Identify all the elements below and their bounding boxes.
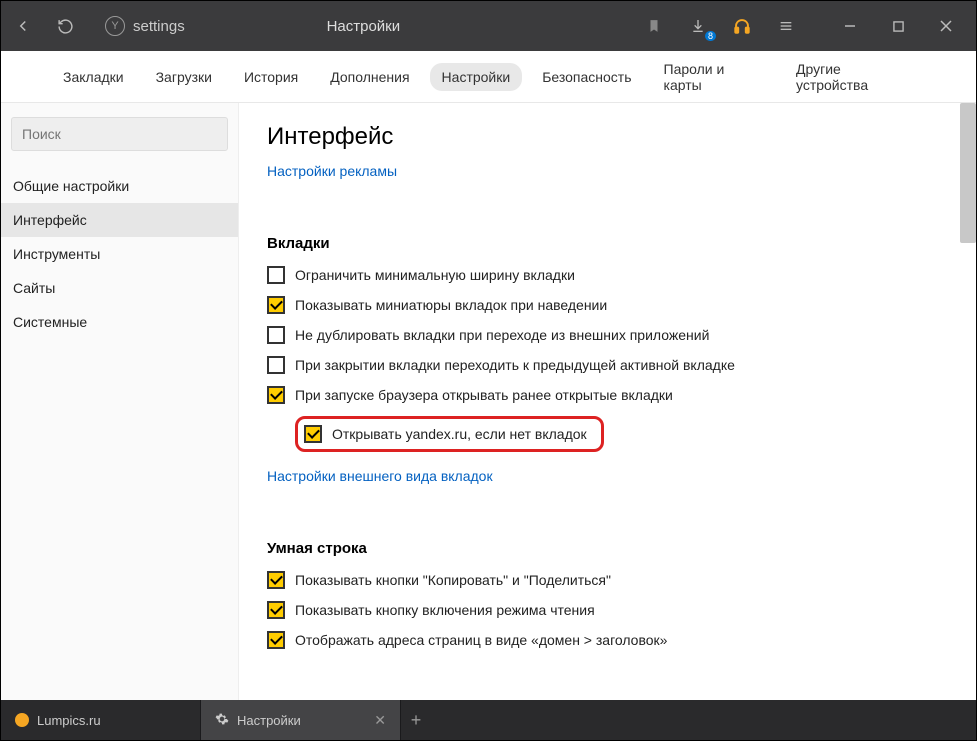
side-system[interactable]: Системные (1, 305, 238, 339)
nav-passwords[interactable]: Пароли и карты (652, 55, 776, 99)
opt-open-yandex[interactable]: Открывать yandex.ru, если нет вкладок (295, 416, 948, 452)
scrollbar[interactable] (960, 103, 976, 243)
nav-addons[interactable]: Дополнения (318, 63, 421, 91)
nav-downloads[interactable]: Загрузки (144, 63, 224, 91)
search-input[interactable] (11, 117, 228, 151)
sidebar: Общие настройки Интерфейс Инструменты Са… (1, 103, 239, 700)
checkbox[interactable] (304, 425, 322, 443)
tab-lumpics[interactable]: Lumpics.ru (1, 700, 201, 740)
titlebar: Y settings Настройки 8 (1, 1, 976, 51)
checkbox[interactable] (267, 571, 285, 589)
tab-appearance-link[interactable]: Настройки внешнего вида вкладок (267, 468, 493, 484)
section-smartline-title: Умная строка (267, 540, 948, 557)
tab-settings[interactable]: Настройки ✕ (201, 700, 401, 740)
maximize-button[interactable] (886, 14, 910, 38)
opt-domain-title[interactable]: Отображать адреса страниц в виде «домен … (267, 631, 948, 649)
nav-security[interactable]: Безопасность (530, 63, 643, 91)
tab-bar: Lumpics.ru Настройки ✕ + (1, 700, 976, 740)
nav-bookmarks[interactable]: Закладки (51, 63, 136, 91)
headphones-icon[interactable] (730, 14, 754, 38)
close-window-button[interactable] (934, 14, 958, 38)
nav-settings[interactable]: Настройки (430, 63, 523, 91)
checkbox[interactable] (267, 631, 285, 649)
gear-icon (215, 712, 229, 729)
downloads-badge: 8 (705, 31, 716, 41)
back-button[interactable] (11, 14, 35, 38)
opt-min-width[interactable]: Ограничить минимальную ширину вкладки (267, 266, 948, 284)
content-area: Интерфейс Настройки рекламы Вкладки Огра… (239, 103, 976, 700)
nav-devices[interactable]: Другие устройства (784, 55, 926, 99)
side-tools[interactable]: Инструменты (1, 237, 238, 271)
checkbox[interactable] (267, 386, 285, 404)
new-tab-button[interactable]: + (401, 710, 431, 731)
checkbox[interactable] (267, 266, 285, 284)
window-title: Настройки (85, 18, 642, 35)
reload-button[interactable] (53, 14, 77, 38)
highlight-annotation: Открывать yandex.ru, если нет вкладок (295, 416, 604, 452)
bookmark-icon[interactable] (642, 14, 666, 38)
section-tabs-title: Вкладки (267, 235, 948, 252)
checkbox[interactable] (267, 601, 285, 619)
close-tab-button[interactable]: ✕ (374, 712, 386, 729)
opt-no-duplicate[interactable]: Не дублировать вкладки при переходе из в… (267, 326, 948, 344)
side-interface[interactable]: Интерфейс (1, 203, 238, 237)
checkbox[interactable] (267, 326, 285, 344)
page-heading: Интерфейс (267, 123, 948, 151)
opt-reader-mode[interactable]: Показывать кнопку включения режима чтени… (267, 601, 948, 619)
checkbox[interactable] (267, 296, 285, 314)
opt-copy-share[interactable]: Показывать кнопки "Копировать" и "Подели… (267, 571, 948, 589)
favicon-icon (15, 713, 29, 727)
opt-thumbnails[interactable]: Показывать миниатюры вкладок при наведен… (267, 296, 948, 314)
top-navigation: Закладки Загрузки История Дополнения Нас… (1, 51, 976, 103)
ads-settings-link[interactable]: Настройки рекламы (267, 163, 397, 179)
opt-restore-tabs[interactable]: При запуске браузера открывать ранее отк… (267, 386, 948, 404)
nav-history[interactable]: История (232, 63, 310, 91)
checkbox[interactable] (267, 356, 285, 374)
opt-prev-active[interactable]: При закрытии вкладки переходить к предыд… (267, 356, 948, 374)
side-general[interactable]: Общие настройки (1, 169, 238, 203)
side-sites[interactable]: Сайты (1, 271, 238, 305)
downloads-icon[interactable]: 8 (686, 14, 710, 38)
minimize-button[interactable] (838, 14, 862, 38)
menu-icon[interactable] (774, 14, 798, 38)
